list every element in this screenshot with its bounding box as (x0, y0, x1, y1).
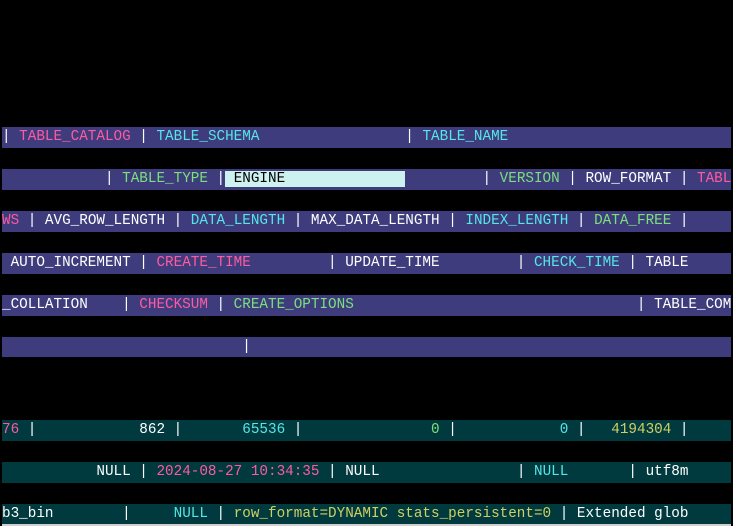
table-row: NULL | 2024-08-27 10:34:35 | NULL | NULL… (2, 462, 731, 483)
header-row-4: AUTO_INCREMENT | CREATE_TIME | UPDATE_TI… (2, 253, 731, 274)
header-row-5: _COLLATION | CHECKSUM | CREATE_OPTIONS |… (2, 295, 731, 316)
header-row-6: | (2, 337, 731, 358)
header-row-2: | TABLE_TYPE | ENGINE | VERSION | ROW_FO… (2, 169, 731, 190)
header-row-1: | TABLE_CATALOG | TABLE_SCHEMA | TABLE_N… (2, 127, 731, 148)
table-row: 76 | 862 | 65536 | 0 | 0 | 4194304 | (2, 420, 731, 441)
terminal-less-viewer[interactable]: { "header": { "cols": { "table_catalog":… (2, 23, 731, 526)
table-row: b3_bin | NULL | row_format=DYNAMIC stats… (2, 504, 731, 525)
engine-column-highlight: ENGINE (225, 171, 405, 187)
header-row-3: WS | AVG_ROW_LENGTH | DATA_LENGTH | MAX_… (2, 211, 731, 232)
